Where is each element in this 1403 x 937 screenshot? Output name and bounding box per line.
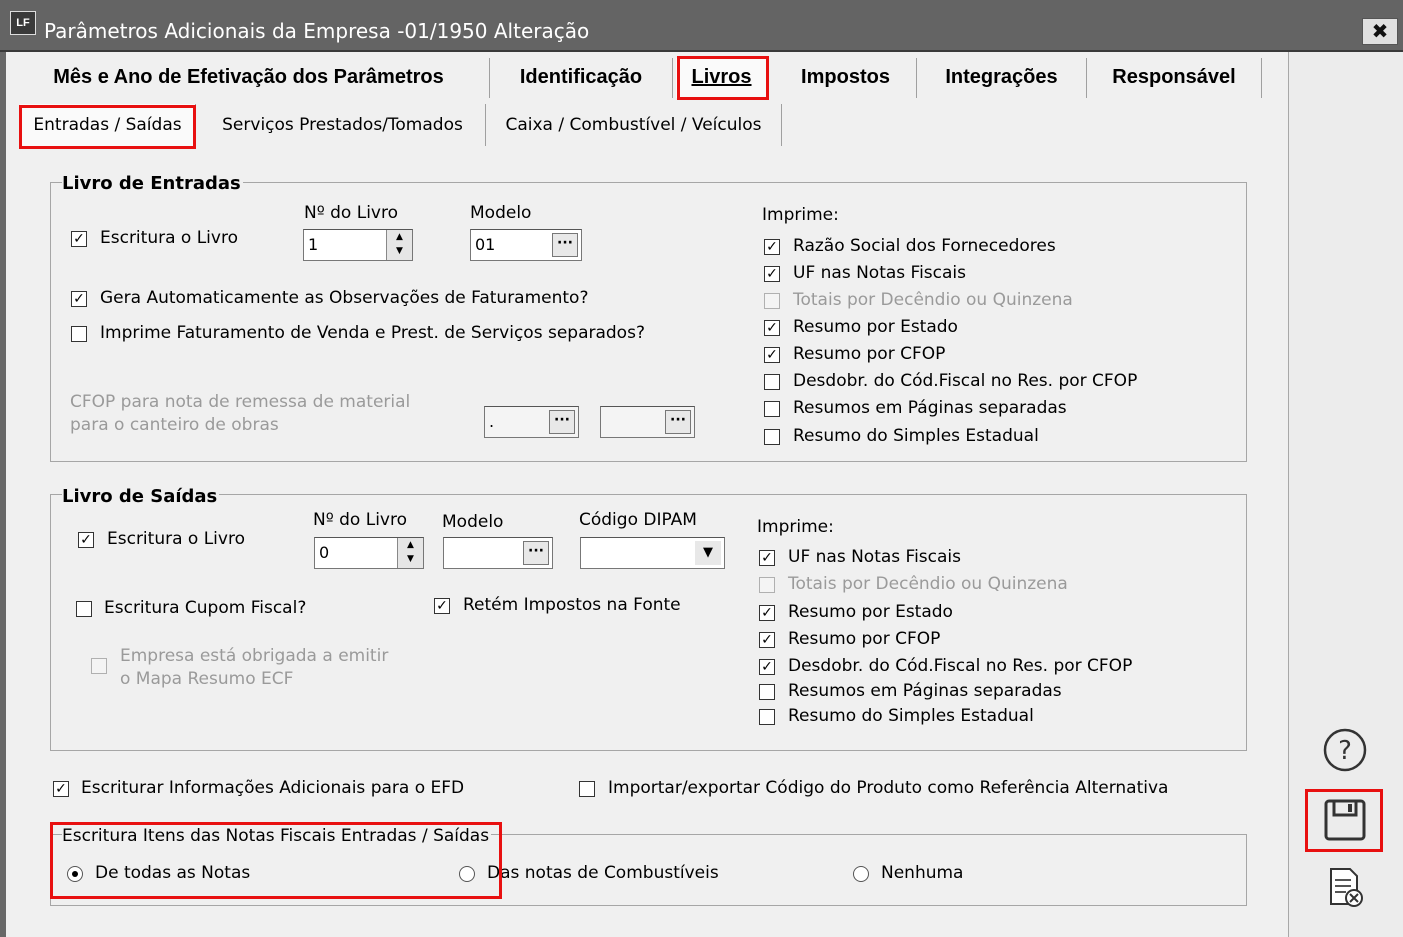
modelo-saidas-lookup-button[interactable]: ··· [523, 541, 549, 565]
label-cfop-2: para o canteiro de obras [70, 415, 279, 435]
checkbox-efd[interactable]: ✓ [53, 781, 69, 797]
checkbox-mapa-ecf [91, 658, 107, 674]
label-entradas-imprime-0: Razão Social dos Fornecedores [793, 236, 1056, 256]
group-title-saidas: Livro de Saídas [62, 486, 220, 507]
subtab-servicos[interactable]: Serviços Prestados/Tomados [200, 104, 486, 146]
checkbox-entradas-imprime-7[interactable] [764, 429, 780, 445]
modelo-saidas-input[interactable]: ··· [443, 537, 553, 569]
checkbox-saidas-imprime-0[interactable]: ✓ [759, 550, 775, 566]
checkbox-entradas-imprime-4[interactable]: ✓ [764, 347, 780, 363]
checkbox-entradas-imprime-0[interactable]: ✓ [764, 239, 780, 255]
label-dipam: Código DIPAM [579, 510, 697, 530]
label-imprime-entradas: Imprime: [762, 205, 839, 225]
numero-livro-input[interactable]: 1 ▲ ▼ [303, 229, 413, 261]
label-entradas-imprime-5: Desdobr. do Cód.Fiscal no Res. por CFOP [793, 371, 1138, 391]
checkbox-gera-obs[interactable]: ✓ [71, 291, 87, 307]
checkbox-entradas-imprime-3[interactable]: ✓ [764, 320, 780, 336]
cfop-lookup-button-1[interactable]: ··· [549, 410, 575, 434]
checkbox-imprime-fat[interactable] [71, 326, 87, 342]
label-saidas-imprime-0: UF nas Notas Fiscais [788, 547, 962, 567]
spin-buttons[interactable]: ▲ ▼ [386, 230, 412, 260]
cfop-input-1[interactable]: . ··· [484, 406, 579, 438]
checkbox-entradas-imprime-5[interactable] [764, 374, 780, 390]
label-todas-notas: De todas as Notas [95, 863, 251, 883]
help-icon[interactable]: ? [1322, 727, 1368, 773]
tab-impostos[interactable]: Impostos [775, 58, 917, 98]
checkbox-escritura-saidas[interactable]: ✓ [78, 532, 94, 548]
checkbox-escritura-entradas[interactable]: ✓ [71, 231, 87, 247]
checkbox-entradas-imprime-2 [764, 293, 780, 309]
checkbox-saidas-imprime-1 [759, 577, 775, 593]
label-imprime-fat: Imprime Faturamento de Venda e Prest. de… [100, 323, 645, 343]
cancel-document-icon[interactable] [1322, 864, 1368, 910]
label-escritura-saidas: Escritura o Livro [107, 529, 245, 549]
tab-identificacao[interactable]: Identificação [490, 58, 673, 98]
group-title-itens: Escritura Itens das Notas Fiscais Entrad… [62, 826, 492, 846]
window-left-border [0, 52, 6, 937]
checkbox-saidas-imprime-4[interactable]: ✓ [759, 659, 775, 675]
checkbox-saidas-imprime-3[interactable]: ✓ [759, 632, 775, 648]
label-efd: Escriturar Informações Adicionais para o… [81, 778, 465, 798]
label-retem: Retém Impostos na Fonte [463, 595, 681, 615]
checkbox-entradas-imprime-6[interactable] [764, 401, 780, 417]
label-entradas-imprime-3: Resumo por Estado [793, 317, 958, 337]
label-saidas-imprime-2: Resumo por Estado [788, 602, 953, 622]
label-numero-livro-saidas: Nº do Livro [313, 510, 407, 530]
label-entradas-imprime-7: Resumo do Simples Estadual [793, 426, 1039, 446]
numero-livro-saidas-input[interactable]: 0 ▲ ▼ [314, 537, 424, 569]
checkbox-saidas-imprime-5[interactable] [759, 684, 775, 700]
svg-text:?: ? [1338, 736, 1352, 766]
tab-integracoes[interactable]: Integrações [917, 58, 1087, 98]
label-saidas-imprime-6: Resumo do Simples Estadual [788, 706, 1034, 726]
cfop-lookup-button-2[interactable]: ··· [665, 410, 691, 434]
window-title: Parâmetros Adicionais da Empresa -01/195… [44, 19, 590, 43]
checkbox-saidas-imprime-2[interactable]: ✓ [759, 605, 775, 621]
modelo-input[interactable]: 01 ··· [470, 229, 582, 261]
chevron-down-icon[interactable]: ▼ [695, 541, 721, 565]
label-nenhuma: Nenhuma [881, 863, 964, 883]
label-mapa-1: Empresa está obrigada a emitir [120, 646, 389, 666]
checkbox-cupom[interactable] [76, 601, 92, 617]
subtab-entradas-saidas[interactable]: Entradas / Saídas [20, 104, 196, 146]
label-mapa-2: o Mapa Resumo ECF [120, 669, 294, 689]
label-entradas-imprime-4: Resumo por CFOP [793, 344, 946, 364]
radio-combustiveis[interactable] [459, 866, 475, 882]
label-saidas-imprime-1: Totais por Decêndio ou Quinzena [788, 574, 1068, 594]
label-saidas-imprime-3: Resumo por CFOP [788, 629, 941, 649]
tab-responsavel[interactable]: Responsável [1087, 58, 1262, 98]
close-button[interactable]: ✖ [1362, 18, 1398, 45]
dipam-select[interactable]: ▼ [580, 537, 725, 569]
label-importar: Importar/exportar Código do Produto como… [608, 778, 1169, 798]
label-modelo-saidas: Modelo [442, 512, 504, 532]
modelo-lookup-button[interactable]: ··· [552, 233, 578, 257]
tab-mes-ano[interactable]: Mês e Ano de Efetivação dos Parâmetros [8, 58, 490, 98]
label-entradas-imprime-1: UF nas Notas Fiscais [793, 263, 967, 283]
label-combustiveis: Das notas de Combustíveis [487, 863, 719, 883]
checkbox-retem[interactable]: ✓ [434, 598, 450, 614]
label-entradas-imprime-6: Resumos em Páginas separadas [793, 398, 1067, 418]
app-icon: LF [10, 11, 36, 35]
label-cfop-1: CFOP para nota de remessa de material [70, 392, 411, 412]
checkbox-saidas-imprime-6[interactable] [759, 709, 775, 725]
checkbox-entradas-imprime-1[interactable]: ✓ [764, 266, 780, 282]
label-cupom: Escritura Cupom Fiscal? [104, 598, 307, 618]
label-modelo: Modelo [470, 203, 532, 223]
cfop-input-2[interactable]: ··· [600, 406, 695, 438]
group-title-entradas: Livro de Entradas [62, 173, 243, 194]
label-numero-livro: Nº do Livro [304, 203, 398, 223]
subtab-caixa[interactable]: Caixa / Combustível / Veículos [486, 104, 782, 146]
radio-todas-notas[interactable] [67, 866, 83, 882]
label-saidas-imprime-4: Desdobr. do Cód.Fiscal no Res. por CFOP [788, 656, 1133, 676]
label-escritura-entradas: Escritura o Livro [100, 228, 238, 248]
spin-buttons-saidas[interactable]: ▲ ▼ [397, 538, 423, 568]
tab-livros[interactable]: Livros [676, 58, 768, 98]
radio-nenhuma[interactable] [853, 866, 869, 882]
label-imprime-saidas: Imprime: [757, 517, 834, 537]
label-entradas-imprime-2: Totais por Decêndio ou Quinzena [793, 290, 1073, 310]
label-gera-obs: Gera Automaticamente as Observações de F… [100, 288, 589, 308]
label-saidas-imprime-5: Resumos em Páginas separadas [788, 681, 1062, 701]
save-icon[interactable] [1322, 797, 1368, 843]
checkbox-importar[interactable] [579, 781, 595, 797]
